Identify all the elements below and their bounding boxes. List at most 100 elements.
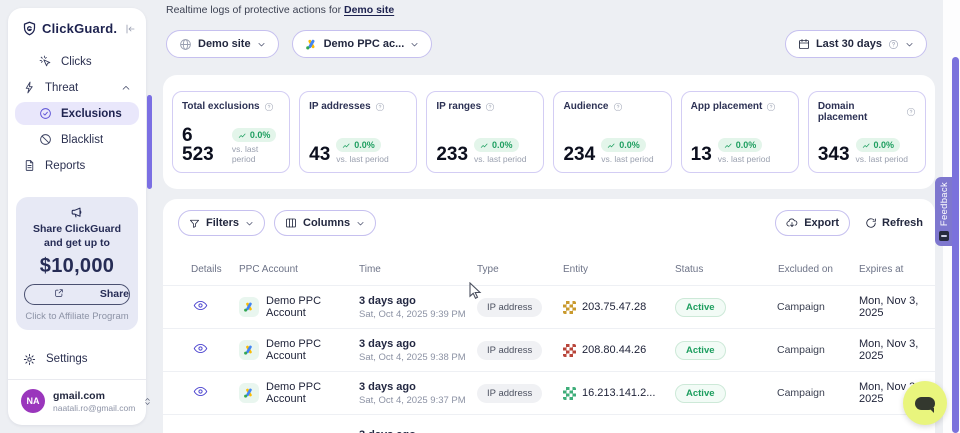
site-filter-dropdown[interactable]: Demo site (166, 30, 279, 58)
sidebar-scrollbar-thumb[interactable] (147, 95, 152, 189)
vs-last-period: vs. last period (232, 144, 280, 164)
columns-icon (285, 217, 297, 229)
divider (8, 379, 146, 380)
promo-amount: $10,000 (23, 255, 131, 278)
feedback-widget-icon (939, 231, 949, 241)
trend-badge: 0.0% (232, 128, 277, 142)
stat-label: Total exclusions (182, 101, 260, 112)
affiliate-caption: Click to Affiliate Program (23, 311, 131, 322)
details-eye-button[interactable] (193, 384, 215, 399)
sidebar-item-label: Reports (45, 160, 85, 172)
entity-identicon (563, 301, 576, 314)
status-badge: Active (675, 384, 726, 403)
table-row[interactable]: Demo PPC Account 3 days agoSat, Oct 4, 2… (163, 371, 935, 414)
sidebar-item-exclusions[interactable]: Exclusions (15, 102, 139, 125)
date-range-dropdown[interactable]: Last 30 days (785, 30, 927, 58)
columns-button[interactable]: Columns (274, 210, 376, 236)
excluded-on-value: Campaign (777, 301, 833, 313)
type-badge: IP address (477, 298, 542, 317)
megaphone-icon (70, 205, 85, 220)
table-row[interactable]: Demo PPC Account 3 days agoSat, Oct 4, 2… (163, 328, 935, 371)
stat-label: IP addresses (309, 101, 371, 112)
stat-value: 233 (436, 145, 468, 164)
avatar: NA (21, 389, 45, 413)
column-header-time[interactable]: Time (359, 264, 477, 275)
table-row[interactable]: Demo PPC Account 3 days agoSat, Oct 4, 2… (163, 285, 935, 328)
sidebar-item-blacklist[interactable]: Blacklist (15, 128, 139, 151)
stat-label: Domain placement (818, 101, 902, 123)
trend-up-icon (607, 142, 616, 149)
chevron-down-icon (356, 219, 365, 228)
time-absolute: Sat, Oct 4, 2025 9:39 PM (359, 309, 477, 320)
page-scrollbar-thumb[interactable] (952, 57, 959, 433)
column-header-excluded-on[interactable]: Excluded on (777, 264, 833, 275)
details-eye-button[interactable] (193, 298, 215, 313)
refresh-button[interactable]: Refresh (865, 217, 923, 229)
stat-label: Audience (563, 101, 608, 112)
account-switcher[interactable]: NA gmail.com naatali.ro@gmail.com (8, 389, 146, 425)
stat-value: 13 (691, 145, 712, 164)
subtitle-text: Realtime logs of protective actions for (166, 4, 344, 16)
vs-last-period: vs. last period (601, 154, 653, 164)
globe-icon (179, 38, 192, 51)
time-relative: 3 days ago (359, 295, 477, 307)
details-eye-button[interactable] (193, 341, 215, 356)
column-header-status[interactable]: Status (675, 264, 777, 275)
cursor-click-icon (39, 55, 52, 68)
google-ads-icon (239, 297, 259, 317)
help-circle-icon[interactable] (613, 102, 623, 112)
sidebar-item-threat[interactable]: Threat (15, 76, 139, 99)
ppc-account-filter-dropdown[interactable]: Demo PPC ac... (292, 30, 433, 58)
sidebar-item-clicks[interactable]: Clicks (15, 50, 139, 73)
table-row[interactable]: 3 days ago (163, 414, 935, 433)
entity-value: 208.80.44.26 (582, 344, 646, 356)
filters-button[interactable]: Filters (178, 210, 265, 236)
help-circle-icon[interactable] (766, 102, 776, 112)
stat-label: App placement (691, 101, 763, 112)
entity-identicon (563, 387, 576, 400)
help-circle-icon[interactable] (906, 107, 916, 117)
sidebar-item-settings[interactable]: Settings (15, 348, 139, 371)
column-header-details[interactable]: Details (185, 264, 233, 275)
stat-card-app-placement: App placement 13 0.0% vs. last period (681, 91, 799, 173)
affiliate-promo-card[interactable]: Share ClickGuard and get up to $10,000 S… (16, 197, 138, 330)
vs-last-period: vs. last period (718, 154, 770, 164)
sidebar: ClickGuard. Clicks Threat Exclusions Bla… (8, 8, 146, 425)
google-ads-icon (239, 383, 259, 403)
entity-identicon (563, 344, 576, 357)
help-circle-icon[interactable] (485, 102, 495, 112)
table-toolbar: Filters Columns Export Refresh (163, 199, 935, 246)
column-header-expires-at[interactable]: Expires at (833, 264, 921, 275)
eye-icon (193, 298, 208, 313)
column-header-type[interactable]: Type (477, 264, 563, 275)
feedback-tab[interactable]: Feedback (935, 177, 953, 246)
filter-icon (189, 218, 200, 229)
help-circle-icon[interactable] (264, 102, 274, 112)
account-selector-button[interactable] (143, 396, 152, 407)
status-badge: Active (675, 341, 726, 360)
export-button[interactable]: Export (775, 210, 850, 236)
trend-up-icon (862, 142, 871, 149)
feedback-label: Feedback (939, 182, 950, 226)
sidebar-collapse-button[interactable] (124, 23, 136, 35)
trend-badge: 0.0% (718, 138, 763, 152)
stat-value: 6 523 (182, 126, 226, 164)
sidebar-item-label: Settings (46, 353, 88, 365)
user-name: gmail.com (53, 390, 135, 402)
share-button[interactable]: Share (24, 284, 130, 305)
chat-launcher-button[interactable] (903, 381, 947, 425)
ppc-account-filter-value: Demo PPC ac... (324, 38, 405, 50)
excluded-on-value: Campaign (777, 344, 833, 356)
logo-row: ClickGuard. (8, 8, 146, 47)
status-badge: Active (675, 298, 726, 317)
subtitle-site-link[interactable]: Demo site (344, 4, 394, 16)
stat-value: 43 (309, 145, 330, 164)
help-circle-icon[interactable] (375, 102, 385, 112)
vs-last-period: vs. last period (336, 154, 388, 164)
stat-card-audience: Audience 234 0.0% vs. last period (553, 91, 671, 173)
column-header-entity[interactable]: Entity (563, 264, 675, 275)
sidebar-item-reports[interactable]: Reports (15, 154, 139, 177)
stats-panel: Total exclusions 6 523 0.0% vs. last per… (163, 75, 935, 189)
column-header-ppc-account[interactable]: PPC Account (233, 264, 359, 275)
trend-up-icon (480, 142, 489, 149)
